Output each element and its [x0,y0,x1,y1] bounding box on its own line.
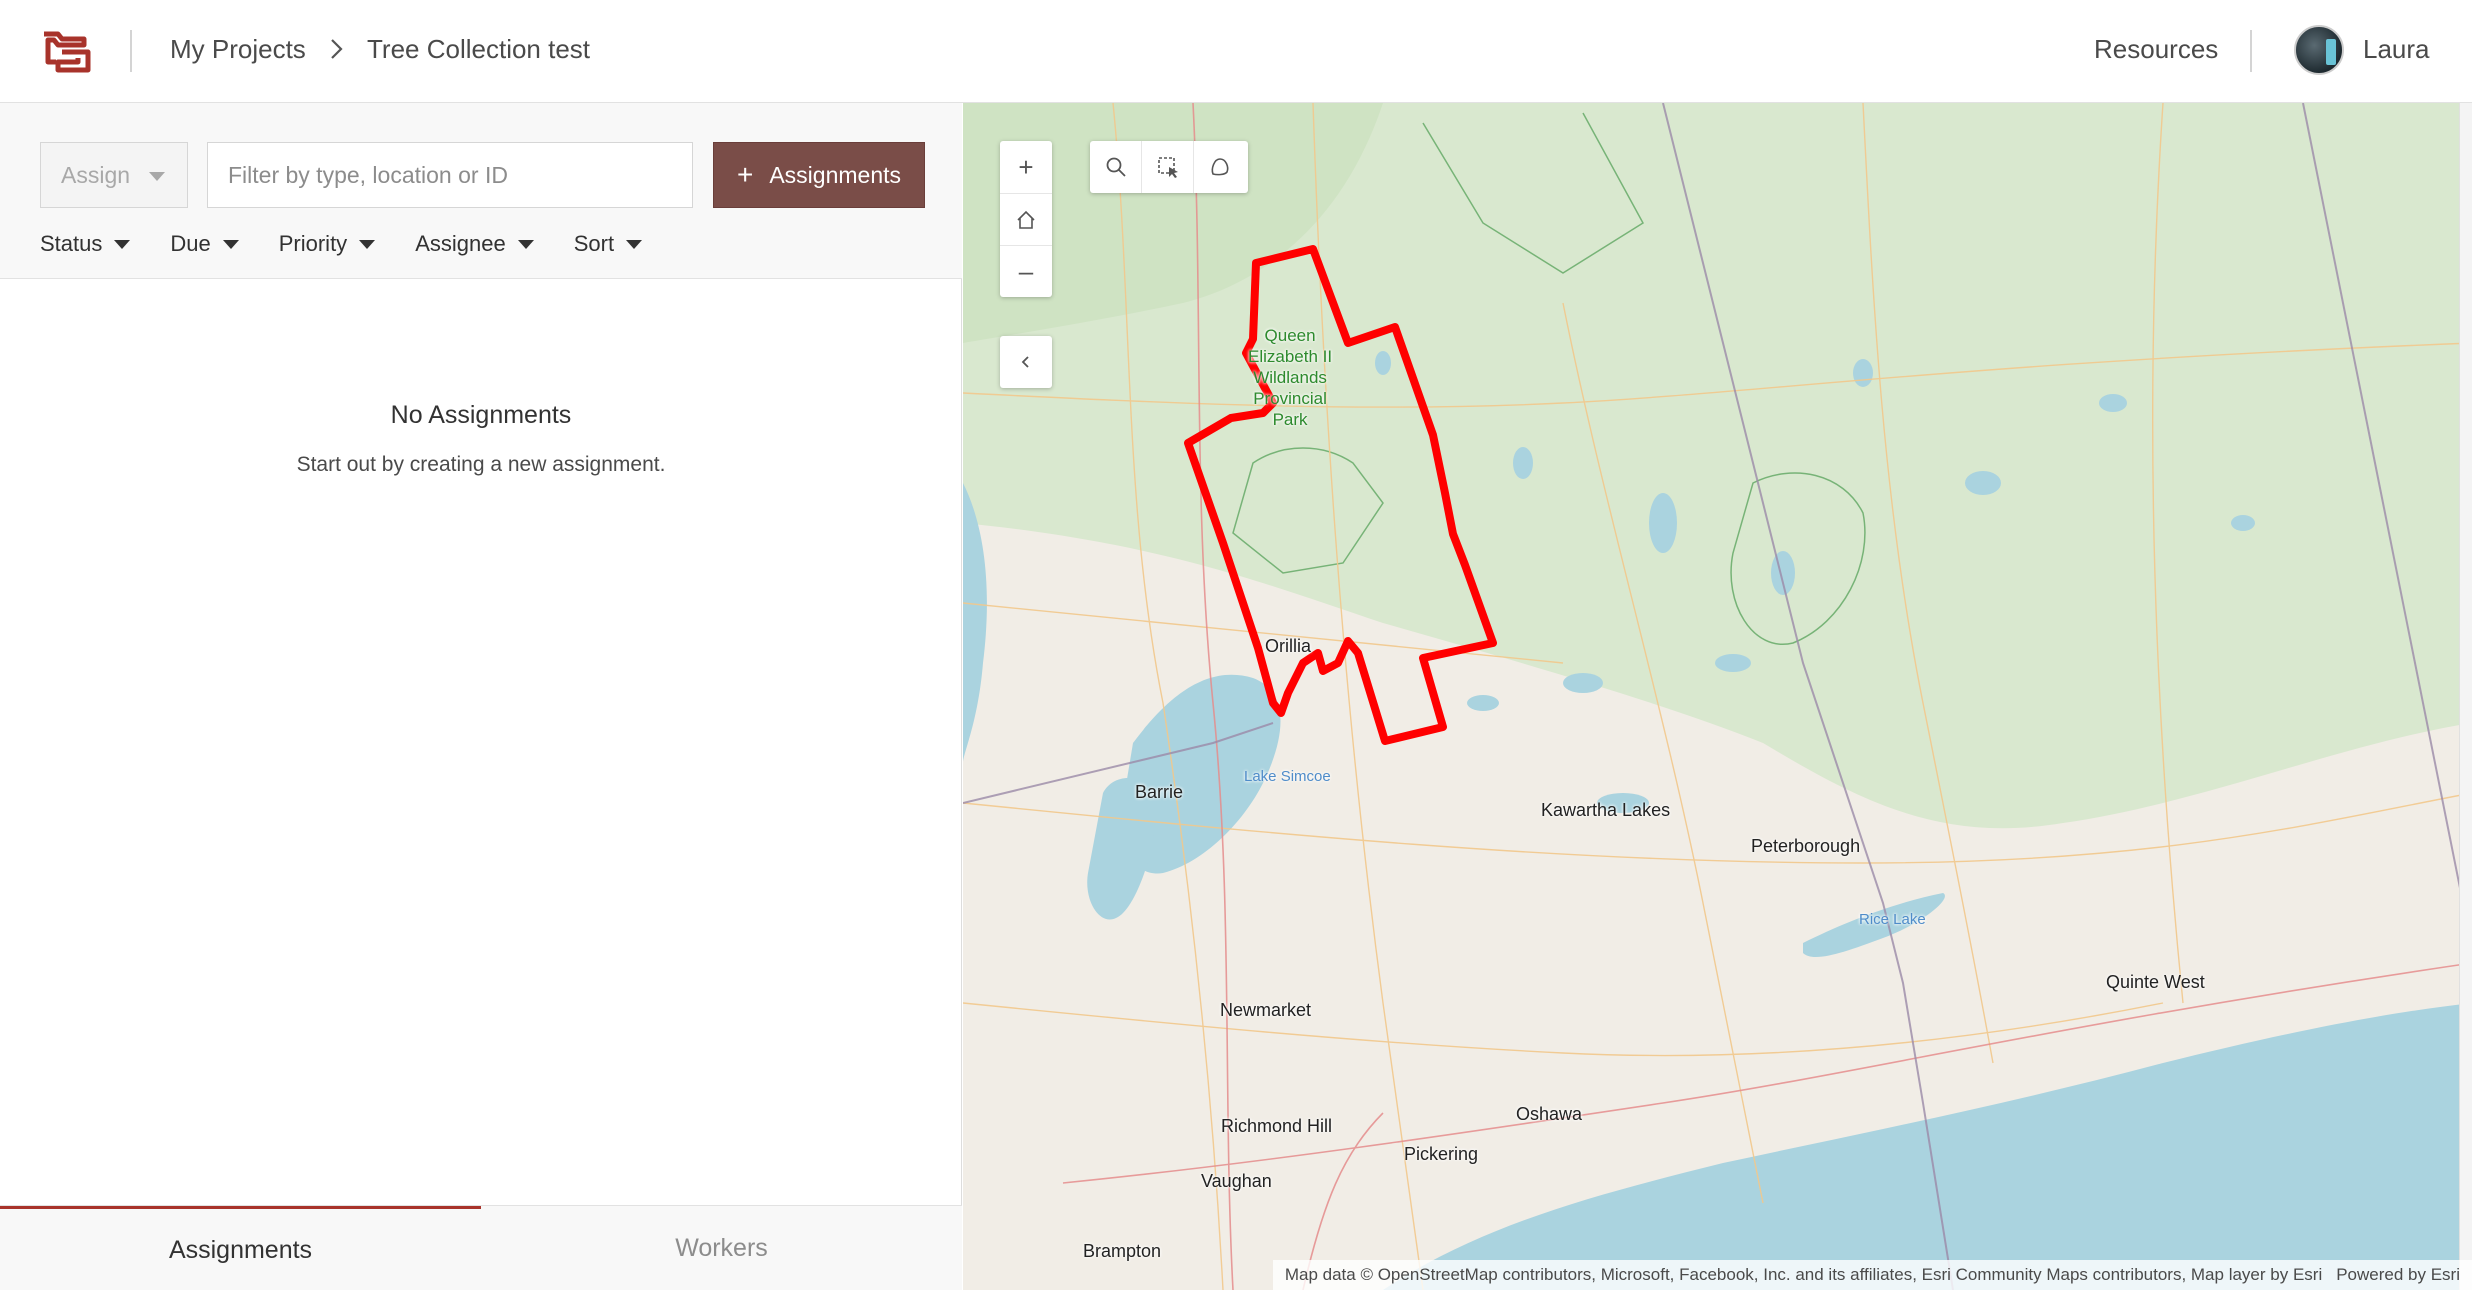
city-label-richmond-hill: Richmond Hill [1221,1116,1333,1136]
app-logo-icon[interactable] [40,26,92,76]
assign-dropdown[interactable]: Assign [40,142,188,208]
header-divider [130,30,132,72]
header-divider [2250,30,2252,72]
resources-link[interactable]: Resources [2094,34,2218,65]
zoom-out-button[interactable]: – [1000,245,1052,297]
map-scrollbar[interactable] [2459,103,2472,1290]
map-selection-tools [1090,141,1248,193]
lasso-select-button[interactable] [1194,141,1246,193]
panel-toolbar: Assign + Assignments Status Due Priority… [0,103,962,279]
home-icon [1017,210,1035,229]
user-avatar[interactable] [2294,25,2344,75]
rectangle-select-icon [1157,157,1178,178]
caret-down-icon [149,172,165,181]
breadcrumb-my-projects[interactable]: My Projects [170,34,306,65]
empty-state-subtitle: Start out by creating a new assignment. [296,453,666,476]
attribution-text[interactable]: Map data © OpenStreetMap contributors, M… [1285,1265,2322,1285]
assignee-filter-label: Assignee [415,231,506,256]
plus-icon: + [736,159,754,190]
caret-down-icon [359,239,376,249]
assignee-filter[interactable]: Assignee [415,231,534,257]
caret-down-icon [222,239,239,249]
caret-down-icon [114,239,131,249]
status-filter[interactable]: Status [40,231,131,257]
city-label-pickering: Pickering [1404,1144,1479,1164]
map-view[interactable]: Queen Elizabeth II Wildlands Provincial Park… [963,103,2472,1290]
tab-assignments[interactable]: Assignments [0,1206,481,1291]
priority-filter-label: Priority [278,231,348,256]
add-assignments-button[interactable]: + Assignments [713,142,925,208]
due-filter-label: Due [170,231,211,256]
park-label: Queen Elizabeth II Wildlands Provincial Park [1248,326,1333,429]
city-label-oshawa: Oshawa [1516,1104,1583,1124]
assign-dropdown-label: Assign [61,161,131,188]
chevron-right-icon [331,39,343,59]
sort-dropdown-label: Sort [573,231,615,256]
map-basemap [963,103,2472,1290]
breadcrumb-current-project: Tree Collection test [367,34,591,64]
city-label-quinte-west: Quinte West [2106,972,2205,992]
search-tool-button[interactable] [1090,141,1142,193]
panel-tabs: Assignments Workers [0,1205,962,1290]
city-label-brampton: Brampton [1083,1241,1162,1261]
city-label-peterborough: Peterborough [1751,836,1861,856]
home-button[interactable] [1000,193,1052,245]
collapse-panel-button[interactable] [1000,336,1052,388]
tab-workers[interactable]: Workers [481,1206,962,1291]
water-label-lake-simcoe: Lake Simcoe [1244,768,1331,785]
rectangle-select-button[interactable] [1142,141,1194,193]
caret-down-icon [517,239,534,249]
caret-down-icon [626,239,643,249]
assignments-panel: Assign + Assignments Status Due Priority… [0,103,962,1290]
city-label-vaughan: Vaughan [1201,1171,1272,1191]
water-label-rice-lake: Rice Lake [1859,911,1926,928]
sort-dropdown[interactable]: Sort [573,231,643,257]
empty-state-title: No Assignments [390,401,572,429]
add-assignments-label: Assignments [769,161,902,188]
region-label-kawartha-lakes: Kawartha Lakes [1541,800,1671,820]
lasso-icon [1211,158,1229,176]
search-icon [1106,157,1126,177]
city-label-newmarket: Newmarket [1220,1000,1312,1020]
status-filter-label: Status [40,231,103,256]
app-header: My Projects Tree Collection test Resourc… [0,0,2472,103]
minus-icon: – [1018,256,1034,286]
city-label-barrie: Barrie [1135,782,1184,802]
plus-icon: + [1018,151,1034,182]
map-zoom-controls: + – [1000,141,1052,297]
powered-by-esri-link[interactable]: Powered by Esri [2336,1265,2460,1285]
map-attribution: Map data © OpenStreetMap contributors, M… [1272,1260,2472,1290]
zoom-in-button[interactable]: + [1000,141,1052,193]
city-label-orillia: Orillia [1265,636,1312,656]
chevron-left-icon [1021,356,1029,368]
filter-input[interactable] [207,142,693,208]
priority-filter[interactable]: Priority [278,231,376,257]
user-name[interactable]: Laura [2363,34,2430,65]
due-filter[interactable]: Due [170,231,239,257]
sort-filter-bar: Status Due Priority Assignee Sort [40,231,682,257]
